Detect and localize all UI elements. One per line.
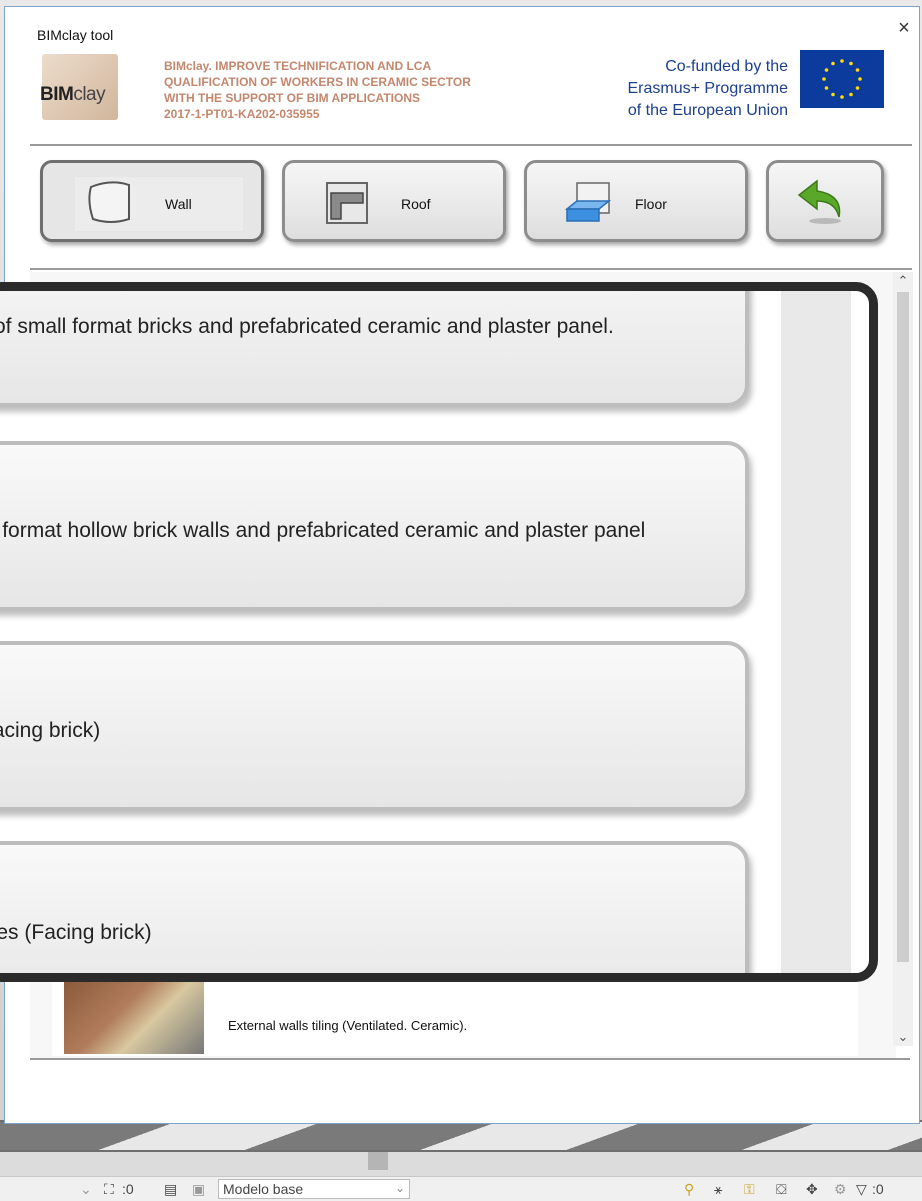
scroll-down-icon[interactable]: ⌄ — [893, 1028, 913, 1046]
zoomed-list-item[interactable]: ge format hollow brick walls and prefabr… — [0, 441, 749, 611]
wall-button[interactable]: Wall — [40, 160, 264, 242]
roof-button[interactable]: Roof — [282, 160, 506, 242]
zoomed-list-item[interactable]: ndes (Facing brick) — [0, 841, 749, 973]
scroll-up-icon[interactable]: ⌃ — [893, 272, 913, 290]
logo-bold: BIM — [40, 84, 74, 105]
zoomed-item-label: ge format hollow brick walls and prefabr… — [0, 519, 646, 542]
logo-thin: clay — [73, 84, 106, 105]
background-process-icon[interactable]: ⚙ — [834, 1181, 847, 1198]
list-item[interactable]: External walls tiling (Ventilated. Ceram… — [52, 982, 858, 1056]
floor-icon — [563, 179, 615, 227]
back-button[interactable] — [766, 160, 884, 242]
wall-thumbnail — [64, 982, 204, 1054]
wall-icon — [85, 179, 137, 227]
zoomed-item-label: ls of small format bricks and prefabrica… — [0, 315, 614, 338]
filter-count: :0 — [872, 1181, 884, 1197]
design-option-select[interactable]: Modelo base ⌄ — [218, 1179, 410, 1199]
magnifier-content: ls of small format bricks and prefabrica… — [0, 291, 869, 973]
eu-flag-icon — [800, 50, 884, 108]
face-select-icon[interactable]: ⛋ — [776, 1181, 787, 1198]
magnifier-overlay: ls of small format bricks and prefabrica… — [0, 282, 878, 982]
scroll-thumb[interactable] — [897, 292, 909, 962]
floor-label: Floor — [635, 196, 667, 212]
splitter-handle[interactable] — [368, 1152, 388, 1170]
filter-icon[interactable]: ▽ — [856, 1181, 867, 1198]
status-bar: ⌄ ⛶ :0 ▤ ▣ Modelo base ⌄ ⚲ ⚹ ⚿ ⛋ ✥ ⚙ ▽ :… — [0, 1176, 922, 1201]
logo-text: BIMclay — [40, 84, 106, 106]
list-scrollbar[interactable]: ⌃ ⌄ — [893, 272, 913, 1046]
design-option-value: Modelo base — [223, 1181, 304, 1197]
roof-label: Roof — [401, 196, 431, 212]
roof-icon — [321, 179, 373, 227]
eu-line: Erasmus+ Programme — [627, 80, 789, 97]
project-description: BIMclay. IMPROVE TECHNIFICATION AND LCA … — [164, 58, 506, 122]
list-item-label: External walls tiling (Ventilated. Ceram… — [228, 1018, 468, 1033]
wall-label: Wall — [165, 196, 192, 212]
divider — [30, 1058, 910, 1060]
close-icon[interactable]: × — [893, 17, 915, 39]
link-select-icon[interactable]: ⚲ — [684, 1181, 694, 1198]
project-line: QUALIFICATION OF WORKERS IN CERAMIC SECT… — [164, 75, 471, 89]
magnifier-scroll-column — [781, 291, 851, 973]
project-line: 2017-1-PT01-KA202-035955 — [164, 107, 320, 121]
eu-line: of the European Union — [627, 102, 788, 119]
worksets-icon[interactable]: ⛶ — [104, 1181, 114, 1198]
pinned-select-icon[interactable]: ⚿ — [744, 1181, 755, 1198]
zoomed-item-label: (Facing brick) — [0, 719, 101, 742]
workset-count: :0 — [122, 1181, 134, 1197]
eu-cofunded-text: Co-funded by the Erasmus+ Programme of t… — [588, 56, 789, 122]
zoomed-list-item[interactable]: (Facing brick) — [0, 641, 749, 811]
drag-select-icon[interactable]: ✥ — [806, 1181, 818, 1198]
chevron-down-icon[interactable]: ⌄ — [80, 1181, 92, 1198]
back-arrow-icon — [795, 177, 847, 225]
zoomed-list-item[interactable]: ls of small format bricks and prefabrica… — [0, 291, 749, 407]
underlay-select-icon[interactable]: ⚹ — [714, 1181, 722, 1198]
editable-icon[interactable]: ▣ — [192, 1181, 205, 1198]
background-floor-pattern — [0, 1122, 922, 1150]
dialog-title: BIMclay tool — [37, 27, 114, 43]
floor-button[interactable]: Floor — [524, 160, 748, 242]
project-line: BIMclay. IMPROVE TECHNIFICATION AND LCA — [164, 59, 432, 73]
project-line: WITH THE SUPPORT OF BIM APPLICATIONS — [164, 91, 420, 105]
chevron-down-icon: ⌄ — [394, 1181, 405, 1195]
bimclay-logo: BIMclay — [38, 50, 128, 126]
properties-icon[interactable]: ▤ — [164, 1181, 177, 1198]
zoomed-item-label: ndes (Facing brick) — [0, 921, 152, 944]
eu-line: Co-funded by the — [665, 58, 788, 75]
